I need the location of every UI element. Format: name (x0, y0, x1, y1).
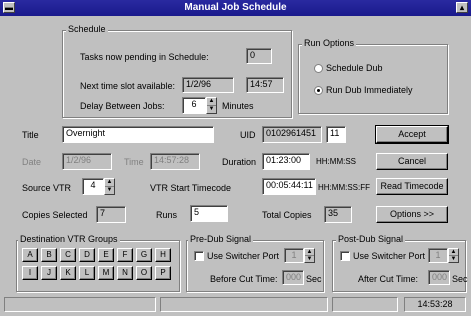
post-dub-cut-input[interactable]: 000 (428, 270, 450, 285)
post-dub-port-spinner[interactable]: ▲ ▼ (448, 248, 459, 263)
vtr-group-m-button[interactable]: M (98, 266, 114, 280)
runs-label: Runs (156, 210, 178, 220)
source-vtr-label: Source VTR (22, 183, 72, 193)
next-slot-time: 14:57 (246, 77, 284, 93)
run-options-title: Run Options (302, 38, 357, 48)
run-immediately-radio[interactable] (314, 86, 323, 95)
date-value: 1/2/96 (62, 153, 112, 170)
post-dub-switcher-checkbox[interactable] (340, 251, 350, 261)
spin-down-icon[interactable]: ▼ (449, 256, 458, 263)
status-pane-3 (332, 297, 398, 312)
title-bar[interactable]: ▬ Manual Job Schedule ▴ (0, 0, 471, 16)
post-dub-cut-label: After Cut Time: (358, 274, 419, 284)
window-title: Manual Job Schedule (184, 2, 287, 13)
pre-dub-cut-label: Before Cut Time: (210, 274, 278, 284)
schedule-dub-radio[interactable] (314, 64, 323, 73)
run-options-group (298, 44, 448, 114)
time-label: Time (124, 157, 144, 167)
date-label: Date (22, 157, 42, 167)
vtr-group-l-button[interactable]: L (79, 266, 95, 280)
total-copies-label: Total Copies (262, 210, 312, 220)
tasks-pending-value: 0 (246, 48, 272, 64)
post-dub-switcher-label[interactable]: Use Switcher Port (353, 251, 425, 261)
accept-button[interactable]: Accept (375, 125, 449, 144)
source-vtr-spinner[interactable]: ▲ ▼ (104, 178, 115, 195)
runs-input[interactable]: 5 (190, 205, 228, 222)
pre-dub-port-input[interactable]: 1 (284, 248, 304, 263)
vtr-group-n-button[interactable]: N (117, 266, 133, 280)
cancel-button[interactable]: Cancel (376, 153, 448, 170)
vtr-group-o-button[interactable]: O (136, 266, 152, 280)
pre-dub-title: Pre-Dub Signal (188, 234, 254, 244)
vtr-group-b-button[interactable]: B (41, 248, 57, 262)
vtr-group-f-button[interactable]: F (117, 248, 133, 262)
vtr-group-i-button[interactable]: I (22, 266, 38, 280)
vtr-group-g-button[interactable]: G (136, 248, 152, 262)
copies-selected-label: Copies Selected (22, 210, 88, 220)
status-clock: 14:53:28 (404, 297, 466, 312)
manual-job-schedule-window: ▬ Manual Job Schedule ▴ Schedule Tasks n… (0, 0, 471, 316)
vtr-group-h-button[interactable]: H (155, 248, 171, 262)
spin-up-icon[interactable]: ▲ (105, 179, 114, 187)
schedule-dub-label[interactable]: Schedule Dub (326, 63, 383, 73)
status-pane-2 (160, 297, 328, 312)
options-button[interactable]: Options >> (376, 206, 448, 223)
schedule-group-title: Schedule (66, 24, 108, 34)
post-dub-cut-unit: Sec (452, 274, 468, 284)
vtr-group-e-button[interactable]: E (98, 248, 114, 262)
destination-groups-title: Destination VTR Groups (18, 234, 120, 244)
pre-dub-port-spinner[interactable]: ▲ ▼ (304, 248, 315, 263)
start-timecode-input[interactable]: 00:05:44:11 (262, 178, 316, 195)
read-timecode-button[interactable]: Read Timecode (376, 178, 448, 195)
vtr-group-d-button[interactable]: D (79, 248, 95, 262)
post-dub-title: Post-Dub Signal (336, 234, 406, 244)
next-slot-label: Next time slot available: (80, 81, 176, 91)
duration-format: HH:MM:SS (316, 157, 356, 166)
source-vtr-input[interactable]: 4 (82, 178, 104, 195)
pre-dub-cut-input[interactable]: 000 (282, 270, 304, 285)
delay-label: Delay Between Jobs: (80, 101, 165, 111)
maximize-icon[interactable]: ▴ (456, 2, 468, 13)
pre-dub-switcher-label[interactable]: Use Switcher Port (207, 251, 279, 261)
start-timecode-label: VTR Start Timecode (150, 183, 232, 193)
uid-value: 0102961451 (262, 126, 322, 143)
vtr-group-j-button[interactable]: J (41, 266, 57, 280)
copies-selected-value: 7 (96, 206, 126, 223)
delay-spinner[interactable]: ▲ ▼ (206, 97, 217, 114)
spin-down-icon[interactable]: ▼ (305, 256, 314, 263)
start-timecode-format: HH:MM:SS:FF (318, 183, 370, 192)
total-copies-value: 35 (324, 206, 352, 223)
delay-input[interactable]: 6 (182, 97, 206, 114)
spin-down-icon[interactable]: ▼ (207, 106, 216, 114)
title-input[interactable]: Overnight (62, 126, 214, 143)
pre-dub-cut-unit: Sec (306, 274, 322, 284)
uid-suffix-input[interactable]: 11 (326, 126, 346, 143)
spin-up-icon[interactable]: ▲ (207, 98, 216, 106)
status-pane-1 (4, 297, 156, 312)
vtr-group-p-button[interactable]: P (155, 266, 171, 280)
tasks-pending-label: Tasks now pending in Schedule: (80, 52, 209, 62)
duration-input[interactable]: 01:23:00 (262, 153, 310, 170)
post-dub-port-input[interactable]: 1 (428, 248, 448, 263)
duration-label: Duration (222, 157, 257, 167)
vtr-group-k-button[interactable]: K (60, 266, 76, 280)
delay-unit: Minutes (222, 101, 254, 111)
uid-label: UID (240, 130, 256, 140)
title-label: Title (22, 130, 39, 140)
spin-down-icon[interactable]: ▼ (105, 187, 114, 195)
vtr-group-c-button[interactable]: C (60, 248, 76, 262)
time-value: 14:57:28 (150, 153, 200, 170)
next-slot-date: 1/2/96 (182, 77, 234, 93)
run-immediately-label[interactable]: Run Dub Immediately (326, 85, 413, 95)
pre-dub-switcher-checkbox[interactable] (194, 251, 204, 261)
vtr-group-a-button[interactable]: A (22, 248, 38, 262)
